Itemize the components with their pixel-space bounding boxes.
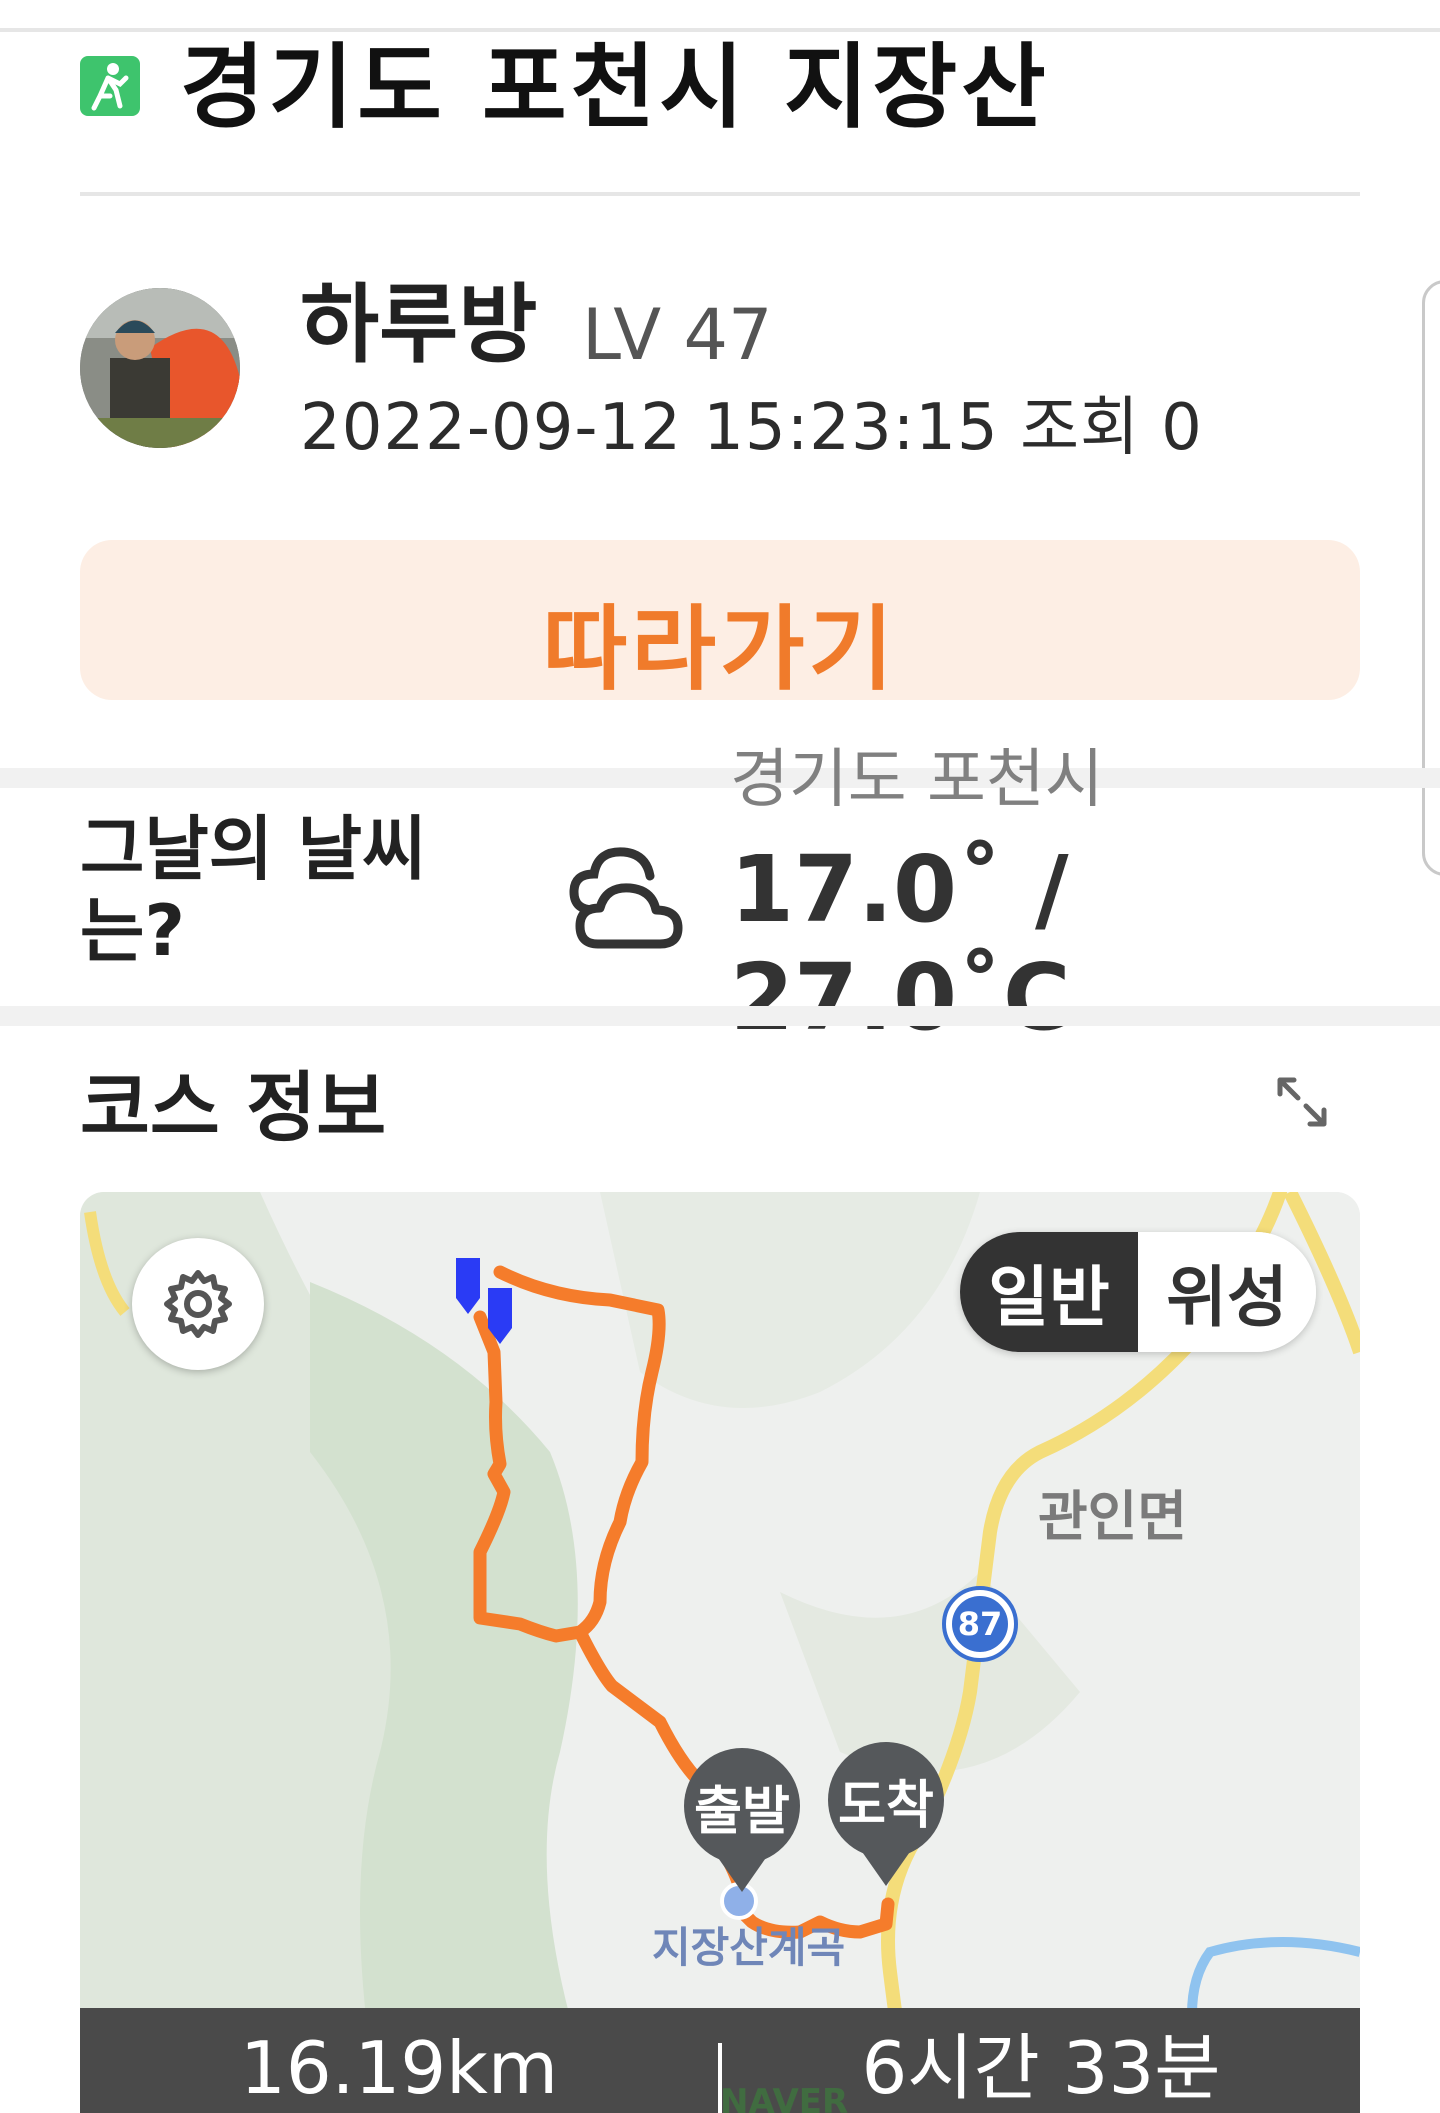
follow-button-label: 따라가기 [542,595,898,703]
gear-icon [164,1270,232,1338]
view-count: 조회 0 [1020,391,1203,465]
section-divider-2 [0,1006,1440,1026]
hiking-icon [80,56,140,116]
start-marker[interactable]: 출발 [684,1748,800,1892]
cloud-icon [554,840,694,960]
end-marker[interactable]: 도착 [828,1742,944,1886]
road-sign: 87 [942,1586,1018,1662]
poi-label: 지장산계곡 [652,1923,846,1972]
map-type-toggle[interactable]: 일반 위성 [960,1232,1316,1352]
section-divider [0,768,1440,788]
map-watermark: NAVER [720,2082,849,2113]
start-marker-label: 출발 [684,1748,800,1864]
page-title: 경기도 포천시 지장산 [180,34,1050,141]
end-marker-label: 도착 [828,1742,944,1858]
map-settings-button[interactable] [132,1238,264,1370]
weather-location: 경기도 포천시 [730,743,1104,817]
expand-icon[interactable] [1272,1072,1332,1132]
avatar[interactable] [80,288,240,448]
post-datetime: 2022-09-12 15:23:15 [300,391,999,465]
follow-button[interactable]: 따라가기 [80,540,1360,703]
user-level: LV 47 [582,294,773,376]
map-type-satellite[interactable]: 위성 [1138,1232,1316,1352]
course-distance: 16.19km [240,2026,558,2110]
course-title: 코스 정보 [80,1063,387,1152]
map-type-normal[interactable]: 일반 [960,1232,1138,1352]
post-meta: 2022-09-12 15:23:15 조회 0 [300,378,1203,478]
map-place-label: 관인면 [1038,1485,1188,1548]
username[interactable]: 하루방 [300,270,537,380]
title-divider [80,192,1360,196]
course-map[interactable]: 일반 위성 관인면 87 지장산계곡 출발 도착 16.19km 6시간 33분… [80,1192,1360,2113]
road-number: 87 [952,1596,1008,1652]
weather-question: 그날의 날씨는? [80,808,427,972]
